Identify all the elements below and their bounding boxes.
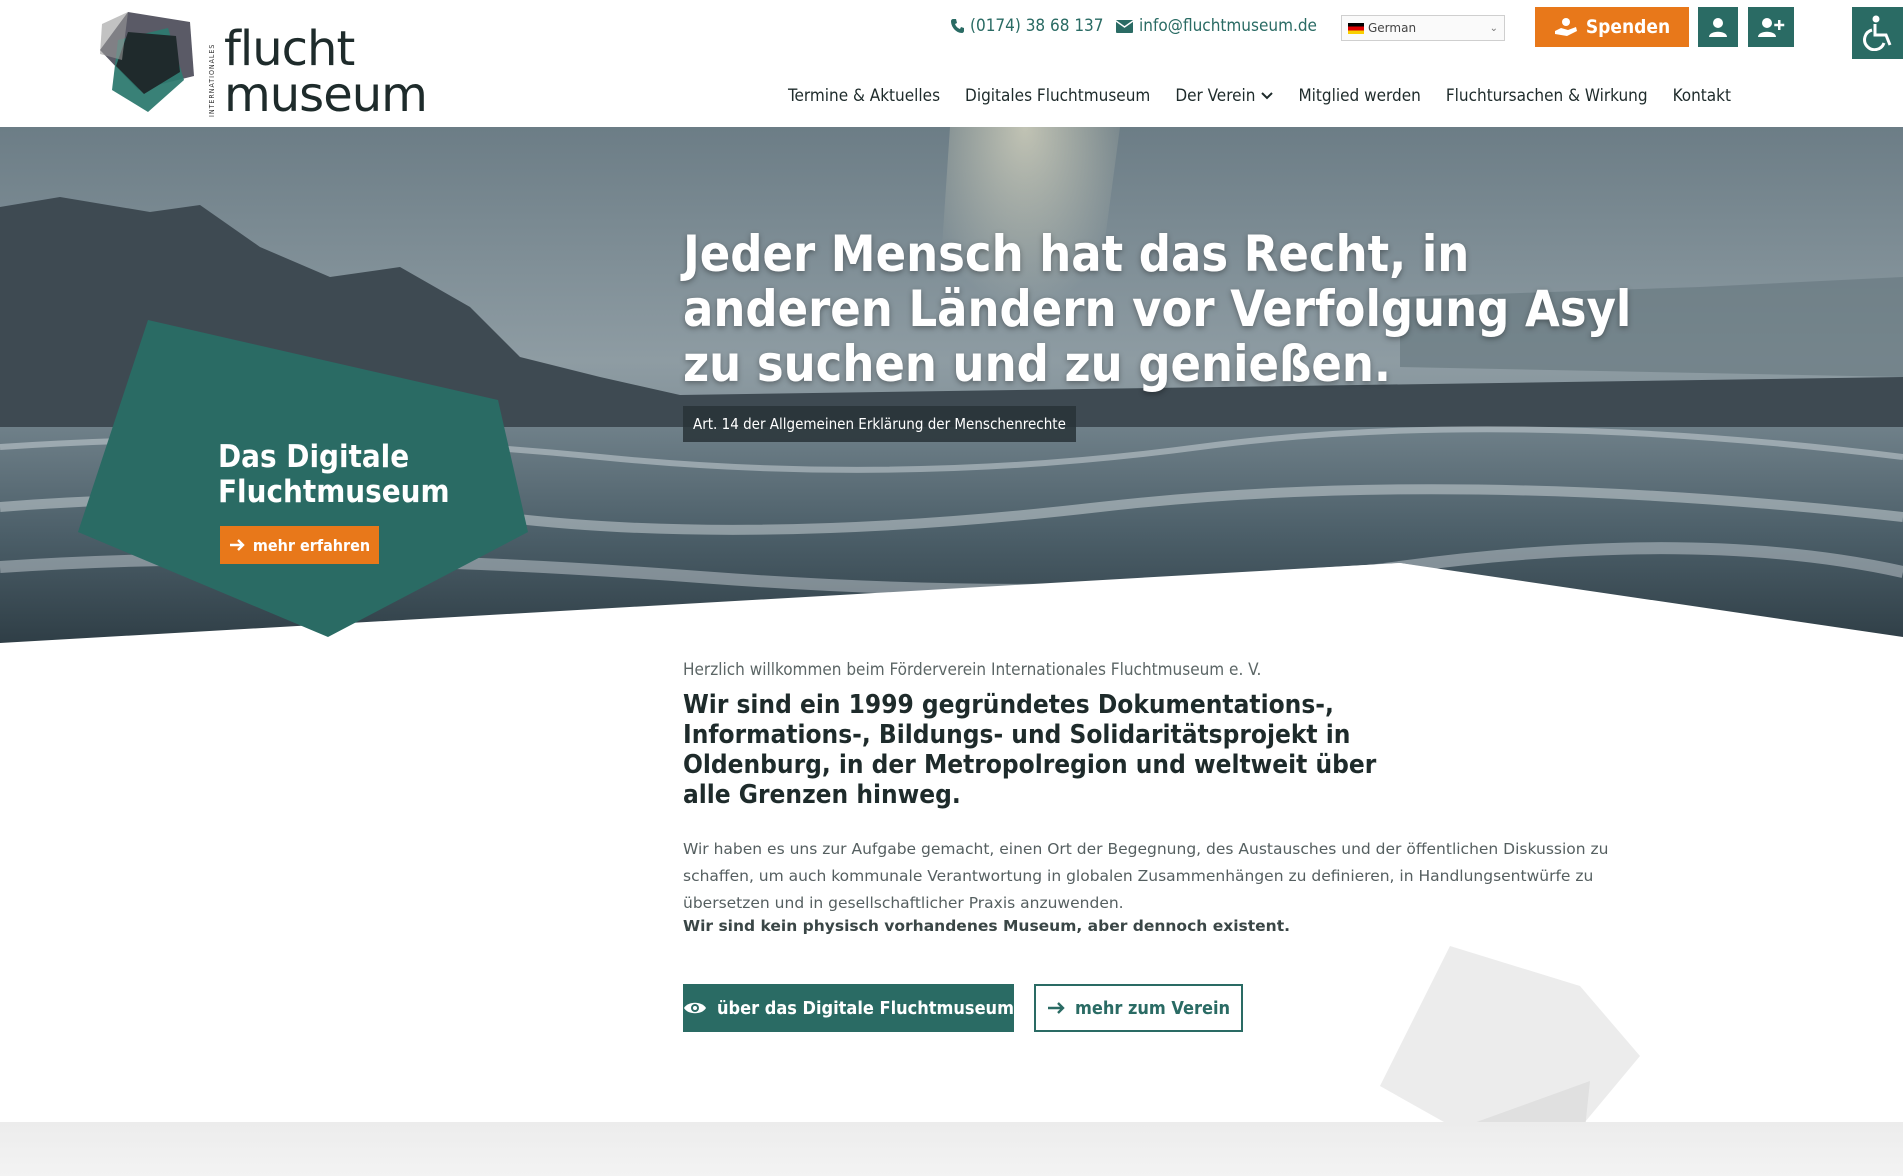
digital-museum-button[interactable]: über das Digitale Fluchtmuseum — [683, 984, 1014, 1032]
logo-mark-icon — [100, 12, 194, 112]
donate-label: Spenden — [1585, 16, 1671, 38]
logo-wordmark: flucht museum — [224, 21, 428, 123]
association-button[interactable]: mehr zum Verein — [1034, 984, 1243, 1032]
logo-tagline: INTERNATIONALES — [208, 43, 216, 117]
email-link[interactable]: info@fluchtmuseum.de — [1116, 16, 1317, 36]
nav-item-digitales-fluchtmuseum[interactable]: Digitales Fluchtmuseum — [965, 86, 1150, 106]
nav-label: Kontakt — [1672, 86, 1732, 106]
chevron-down-icon: ⌄ — [1489, 22, 1498, 34]
wheelchair-icon — [1862, 15, 1891, 51]
association-label: mehr zum Verein — [1074, 997, 1231, 1019]
nav-label: Mitglied werden — [1298, 86, 1421, 106]
hero-quote-source: Art. 14 der Allgemeinen Erklärung der Me… — [683, 406, 1076, 442]
email-address: info@fluchtmuseum.de — [1139, 16, 1317, 36]
login-button[interactable] — [1698, 7, 1738, 47]
arrow-right-icon — [229, 539, 245, 551]
language-select[interactable]: German ⌄ — [1341, 15, 1505, 41]
section-divider-band — [0, 1122, 1903, 1176]
body-paragraph: Wir haben es uns zur Aufgabe gemacht, ei… — [683, 840, 1609, 912]
nav-label: Der Verein — [1175, 86, 1256, 106]
nav-item-fluchtursachen[interactable]: Fluchtursachen & Wirkung — [1446, 86, 1648, 106]
german-flag-icon — [1348, 22, 1364, 34]
phone-link[interactable]: (0174) 38 68 137 — [950, 16, 1104, 36]
register-button[interactable] — [1748, 7, 1794, 47]
phone-number: (0174) 38 68 137 — [970, 16, 1104, 36]
nav-item-mitglied-werden[interactable]: Mitglied werden — [1298, 86, 1420, 106]
learn-more-label: mehr erfahren — [252, 535, 371, 555]
logo-word-line1: flucht — [224, 21, 355, 77]
logo[interactable]: INTERNATIONALES flucht museum — [98, 10, 428, 119]
welcome-line: Herzlich willkommen beim Förderverein In… — [683, 660, 1262, 680]
lead-heading: Wir sind ein 1999 gegründetes Dokumentat… — [683, 690, 1377, 810]
hand-donate-icon — [1554, 18, 1577, 36]
chevron-down-icon — [1261, 92, 1274, 100]
phone-icon — [951, 19, 964, 33]
main-nav: Termine & Aktuelles Digitales Fluchtmuse… — [788, 86, 1731, 106]
language-value: German — [1368, 21, 1417, 35]
arrow-right-icon — [1047, 1002, 1065, 1014]
donate-button[interactable]: Spenden — [1535, 7, 1689, 47]
nav-label: Termine & Aktuelles — [788, 86, 941, 106]
site-header: INTERNATIONALES flucht museum (0174) 38 … — [0, 0, 1903, 127]
nav-item-kontakt[interactable]: Kontakt — [1673, 86, 1731, 106]
nav-label: Digitales Fluchtmuseum — [965, 86, 1151, 106]
teaser-title: Das Digitale Fluchtmuseum — [218, 439, 450, 510]
body-emphasis: Wir sind kein physisch vorhandenes Museu… — [683, 917, 1291, 935]
hero-quote: Jeder Mensch hat das Recht, in anderen L… — [683, 225, 1632, 393]
learn-more-button[interactable]: mehr erfahren — [220, 526, 379, 564]
digital-museum-label: über das Digitale Fluchtmuseum — [717, 997, 1014, 1019]
nav-label: Fluchtursachen & Wirkung — [1445, 86, 1648, 106]
nav-item-der-verein[interactable]: Der Verein — [1175, 86, 1274, 106]
logo-word-line2: museum — [224, 67, 428, 123]
user-icon — [1709, 18, 1727, 37]
accessibility-button[interactable] — [1852, 7, 1903, 59]
envelope-icon — [1116, 19, 1133, 33]
user-plus-icon — [1758, 18, 1785, 37]
eye-icon — [684, 1002, 707, 1014]
nav-item-termine[interactable]: Termine & Aktuelles — [788, 86, 940, 106]
